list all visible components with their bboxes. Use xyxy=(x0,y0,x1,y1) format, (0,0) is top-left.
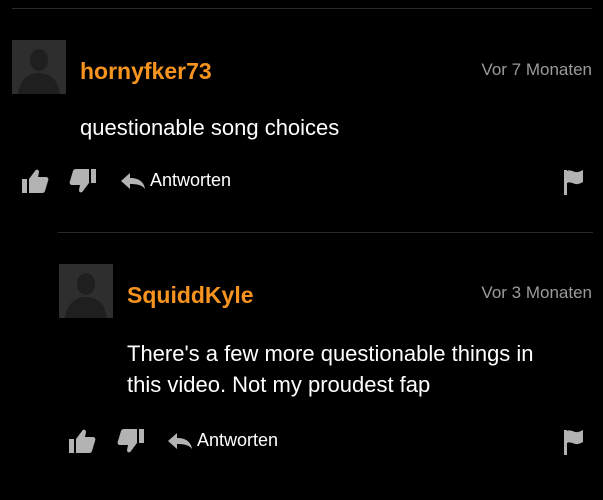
comment-timestamp: Vor 3 Monaten xyxy=(481,283,592,302)
thumbs-down-icon[interactable] xyxy=(117,428,145,459)
default-avatar-icon xyxy=(59,264,113,318)
comment-text-line: There's a few more questionable things i… xyxy=(127,341,534,366)
thumbs-up-icon[interactable] xyxy=(68,428,96,459)
flag-icon[interactable] xyxy=(562,428,584,461)
comment-text: There's a few more questionable things i… xyxy=(127,338,534,400)
reply-button[interactable]: Antworten xyxy=(167,430,278,451)
comment-actions: Antworten xyxy=(0,426,603,456)
comment-username[interactable]: SquiddKyle xyxy=(127,282,254,309)
avatar[interactable] xyxy=(59,264,113,318)
comment-2-reply: SquiddKyle Vor 3 Monaten There's a few m… xyxy=(0,0,603,500)
reply-arrow-icon xyxy=(168,432,192,449)
comment-text-line: this video. Not my proudest fap xyxy=(127,372,431,397)
reply-label: Antworten xyxy=(197,430,279,450)
